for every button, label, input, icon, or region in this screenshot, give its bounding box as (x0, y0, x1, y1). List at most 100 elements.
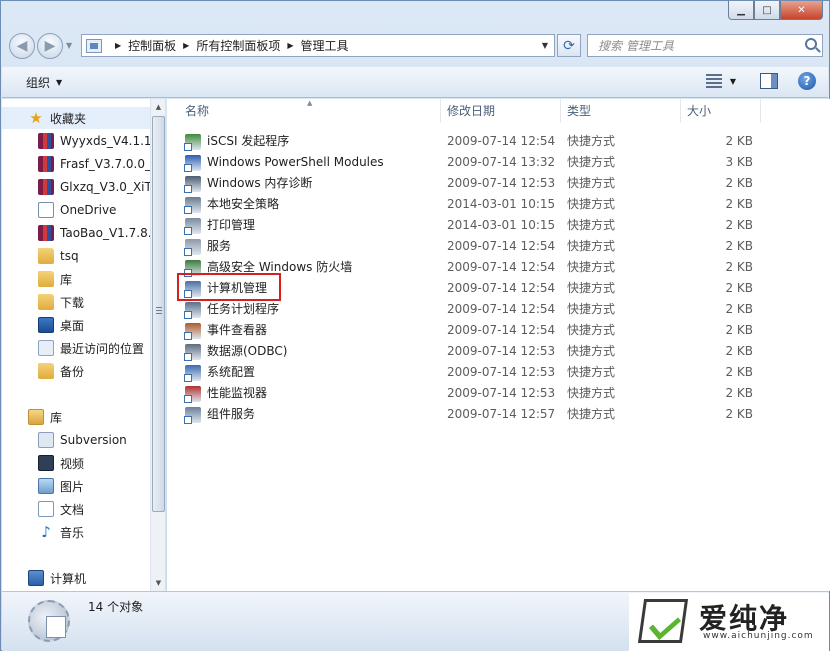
scroll-up-icon[interactable]: ▲ (151, 99, 165, 115)
breadcrumb-separator-icon[interactable]: ▶ (287, 41, 293, 50)
forward-button[interactable]: ▶ (37, 32, 63, 59)
explorer-window: ▁ □ ✕ ◀ ▶ ▼ ▶ 控制面板 ▶ 所有控制面板项 ▶ 管理工具 ▼ ⟳ … (0, 0, 830, 651)
refresh-icon: ⟳ (563, 37, 575, 54)
file-name: 性能监视器 (207, 386, 268, 400)
sidebar-item-backup[interactable]: 备份 (2, 360, 150, 382)
file-size: 2 KB (725, 386, 753, 400)
sidebar-item-label: TaoBao_V1.7.8.0 (60, 226, 150, 240)
file-name: 事件查看器 (207, 323, 268, 337)
maximize-button[interactable]: □ (754, 1, 780, 20)
file-row[interactable]: 组件服务 2009-07-14 12:57 快捷方式 2 KB (167, 404, 830, 425)
breadcrumb-separator-icon[interactable]: ▶ (115, 41, 121, 50)
file-name-cell: 打印管理 (184, 215, 255, 236)
file-row[interactable]: iSCSI 发起程序 2009-07-14 12:54 快捷方式 2 KB (167, 131, 830, 152)
rar-icon (38, 133, 54, 149)
sidebar-item-tsq[interactable]: tsq (2, 245, 150, 267)
file-row[interactable]: 数据源(ODBC) 2009-07-14 12:53 快捷方式 2 KB (167, 341, 830, 362)
navigation-scrollbar[interactable]: ▲ ▼ (150, 99, 165, 591)
back-button[interactable]: ◀ (9, 32, 35, 59)
file-name-cell: 服务 (184, 236, 231, 257)
control-panel-icon (86, 38, 102, 53)
breadcrumb-control-panel[interactable]: 控制面板 (128, 37, 176, 54)
view-dropdown-icon[interactable]: ▼ (730, 77, 736, 86)
search-box[interactable]: 搜索 管理工具 (587, 34, 823, 57)
file-size: 2 KB (725, 323, 753, 337)
file-row[interactable]: 系统配置 2009-07-14 12:53 快捷方式 2 KB (167, 362, 830, 383)
organize-menu-button[interactable]: 组织 ▼ (26, 74, 62, 91)
file-size: 2 KB (725, 197, 753, 211)
command-toolbar: 组织 ▼ ▼ ? (2, 67, 828, 98)
file-name: Windows 内存诊断 (207, 176, 313, 190)
sidebar-item-music[interactable]: ♪ 音乐 (2, 521, 150, 543)
address-dropdown-icon[interactable]: ▼ (536, 41, 554, 50)
breadcrumb-all-items[interactable]: 所有控制面板项 (196, 37, 280, 54)
file-type: 快捷方式 (567, 155, 616, 169)
file-size: 2 KB (725, 260, 753, 274)
sidebar-favorites[interactable]: ★ 收藏夹 (2, 107, 150, 129)
breadcrumb-separator-icon[interactable]: ▶ (183, 41, 189, 50)
sidebar-item-label: 音乐 (60, 525, 85, 540)
minimize-button[interactable]: ▁ (728, 1, 754, 20)
scroll-down-icon[interactable]: ▼ (151, 575, 165, 591)
sidebar-item-subversion[interactable]: Subversion (2, 429, 150, 451)
file-date: 2014-03-01 10:15 (447, 218, 556, 232)
file-row[interactable]: 性能监视器 2009-07-14 12:53 快捷方式 2 KB (167, 383, 830, 404)
item-count: 14 个对象 (88, 600, 144, 614)
refresh-button[interactable]: ⟳ (557, 34, 581, 57)
sidebar-item-downloads[interactable]: 下载 (2, 291, 150, 313)
file-type: 快捷方式 (567, 197, 616, 211)
file-type: 快捷方式 (567, 407, 616, 421)
sidebar-item-glxzq[interactable]: Glxzq_V3.0_XiTo (2, 176, 150, 198)
address-bar[interactable]: ▶ 控制面板 ▶ 所有控制面板项 ▶ 管理工具 ▼ (81, 34, 555, 57)
sidebar-item-taobao[interactable]: TaoBao_V1.7.8.0 (2, 222, 150, 244)
file-size: 2 KB (725, 239, 753, 253)
file-row[interactable]: 任务计划程序 2009-07-14 12:54 快捷方式 2 KB (167, 299, 830, 320)
recent-pages-dropdown[interactable]: ▼ (66, 41, 72, 50)
file-name-cell: Windows PowerShell Modules (184, 152, 384, 173)
file-row[interactable]: 本地安全策略 2014-03-01 10:15 快捷方式 2 KB (167, 194, 830, 215)
view-options-icon[interactable] (705, 74, 722, 88)
desktop-icon (38, 317, 54, 333)
video-icon (38, 455, 54, 471)
watermark-logo-icon (637, 599, 689, 643)
file-row[interactable]: Windows 内存诊断 2009-07-14 12:53 快捷方式 2 KB (167, 173, 830, 194)
file-name: 组件服务 (207, 407, 256, 421)
breadcrumb-admin-tools[interactable]: 管理工具 (301, 37, 349, 54)
column-header-name[interactable]: 名称 (179, 99, 441, 123)
sidebar-item-desktop[interactable]: 桌面 (2, 314, 150, 336)
file-row[interactable]: Windows PowerShell Modules 2009-07-14 13:… (167, 152, 830, 173)
column-header-date[interactable]: 修改日期 (441, 99, 561, 123)
sidebar-item-pictures[interactable]: 图片 (2, 475, 150, 497)
sidebar-item-library[interactable]: 库 (2, 268, 150, 290)
print-management-icon (184, 217, 201, 235)
close-button[interactable]: ✕ (780, 1, 823, 20)
file-name-cell: 任务计划程序 (184, 299, 279, 320)
file-row[interactable]: 服务 2009-07-14 12:54 快捷方式 2 KB (167, 236, 830, 257)
watermark: 爱纯净 www.aichunjing.com (629, 593, 829, 651)
sidebar-item-recent[interactable]: 最近访问的位置 (2, 337, 150, 359)
scrollbar-thumb[interactable] (152, 116, 165, 512)
column-header-type[interactable]: 类型 (561, 99, 681, 123)
sidebar-item-label: 库 (60, 272, 73, 287)
sidebar-item-wyyxds[interactable]: Wyyxds_V4.1.1.7 (2, 130, 150, 152)
file-row[interactable]: 事件查看器 2009-07-14 12:54 快捷方式 2 KB (167, 320, 830, 341)
column-header-size[interactable]: 大小 (681, 99, 761, 123)
preview-pane-icon[interactable] (760, 73, 778, 89)
file-date: 2014-03-01 10:15 (447, 197, 556, 211)
folder-icon (38, 248, 54, 264)
help-icon[interactable]: ? (798, 72, 816, 90)
sidebar-item-documents[interactable]: 文档 (2, 498, 150, 520)
search-icon[interactable] (805, 38, 817, 50)
file-name-cell: iSCSI 发起程序 (184, 131, 289, 152)
file-row[interactable]: 打印管理 2014-03-01 10:15 快捷方式 2 KB (167, 215, 830, 236)
file-size: 2 KB (725, 134, 753, 148)
file-type: 快捷方式 (567, 281, 616, 295)
sidebar-item-frasf[interactable]: Frasf_V3.7.0.0_X (2, 153, 150, 175)
sidebar-item-videos[interactable]: 视频 (2, 452, 150, 474)
sidebar-computer[interactable]: 计算机 (2, 567, 150, 589)
file-date: 2009-07-14 12:54 (447, 281, 556, 295)
library-icon (38, 271, 54, 287)
folder-icon (38, 363, 54, 379)
sidebar-libraries[interactable]: 库 (2, 406, 150, 428)
sidebar-item-onedrive[interactable]: OneDrive (2, 199, 150, 221)
